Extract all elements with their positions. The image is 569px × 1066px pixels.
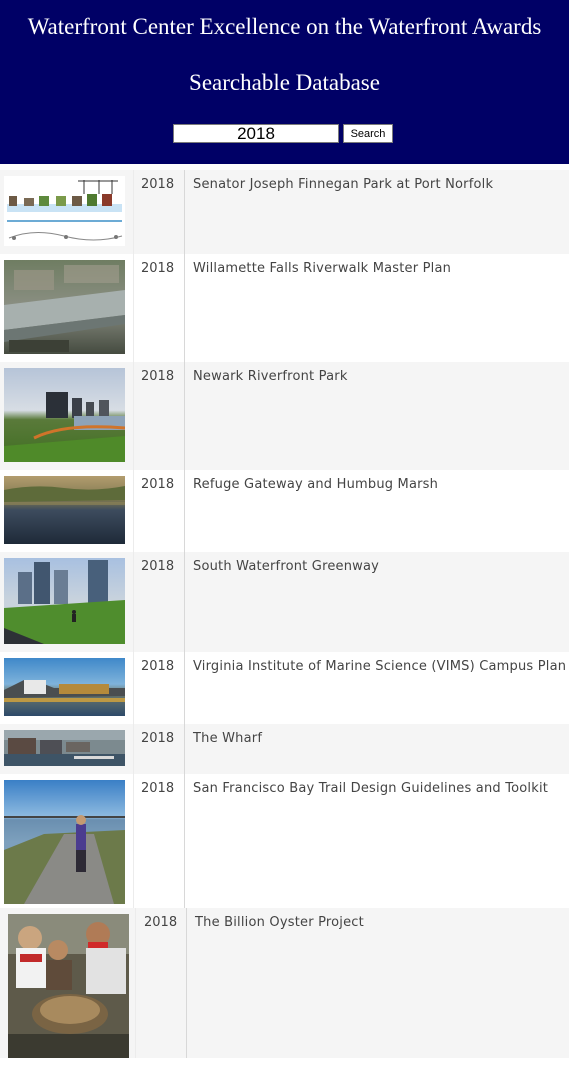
result-year: 2018 bbox=[141, 731, 175, 746]
result-year: 2018 bbox=[144, 915, 178, 930]
result-name[interactable]: Senator Joseph Finnegan Park at Port Nor… bbox=[193, 177, 569, 192]
result-thumbnail[interactable] bbox=[4, 558, 125, 644]
result-row: 2018 Willamette Falls Riverwalk Master P… bbox=[0, 254, 569, 362]
search-input[interactable] bbox=[173, 124, 339, 143]
result-name[interactable]: San Francisco Bay Trail Design Guideline… bbox=[193, 781, 569, 796]
result-name[interactable]: Virginia Institute of Marine Science (VI… bbox=[193, 659, 569, 674]
result-year: 2018 bbox=[141, 369, 175, 384]
result-row: 2018 Newark Riverfront Park bbox=[0, 362, 569, 470]
result-thumbnail[interactable] bbox=[4, 368, 125, 462]
result-name[interactable]: The Billion Oyster Project bbox=[195, 915, 569, 930]
result-thumbnail[interactable] bbox=[4, 780, 125, 904]
page-title: Waterfront Center Excellence on the Wate… bbox=[27, 14, 542, 39]
page-header: Waterfront Center Excellence on the Wate… bbox=[0, 0, 569, 164]
result-year: 2018 bbox=[141, 659, 175, 674]
page-subtitle: Searchable Database bbox=[189, 70, 380, 95]
result-row: 2018 Refuge Gateway and Humbug Marsh bbox=[0, 470, 569, 552]
result-name[interactable]: Willamette Falls Riverwalk Master Plan bbox=[193, 261, 569, 276]
result-thumbnail[interactable] bbox=[4, 658, 125, 716]
result-thumbnail[interactable] bbox=[4, 176, 125, 246]
result-row: 2018 San Francisco Bay Trail Design Guid… bbox=[0, 774, 569, 908]
result-row: 2018 The Billion Oyster Project bbox=[0, 908, 569, 1058]
result-thumbnail[interactable] bbox=[8, 914, 129, 1058]
result-year: 2018 bbox=[141, 559, 175, 574]
result-row: 2018 The Wharf bbox=[0, 724, 569, 774]
result-name[interactable]: South Waterfront Greenway bbox=[193, 559, 569, 574]
search-button[interactable]: Search bbox=[343, 124, 393, 143]
result-row: 2018 Virginia Institute of Marine Scienc… bbox=[0, 652, 569, 724]
result-year: 2018 bbox=[141, 477, 175, 492]
result-name[interactable]: The Wharf bbox=[193, 731, 569, 746]
result-name[interactable]: Refuge Gateway and Humbug Marsh bbox=[193, 477, 569, 492]
result-name[interactable]: Newark Riverfront Park bbox=[193, 369, 569, 384]
result-thumbnail[interactable] bbox=[4, 476, 125, 544]
result-year: 2018 bbox=[141, 261, 175, 276]
result-row: 2018 Senator Joseph Finnegan Park at Por… bbox=[0, 170, 569, 254]
result-year: 2018 bbox=[141, 177, 175, 192]
result-row: 2018 South Waterfront Greenway bbox=[0, 552, 569, 652]
result-year: 2018 bbox=[141, 781, 175, 796]
result-thumbnail[interactable] bbox=[4, 730, 125, 766]
result-thumbnail[interactable] bbox=[4, 260, 125, 354]
